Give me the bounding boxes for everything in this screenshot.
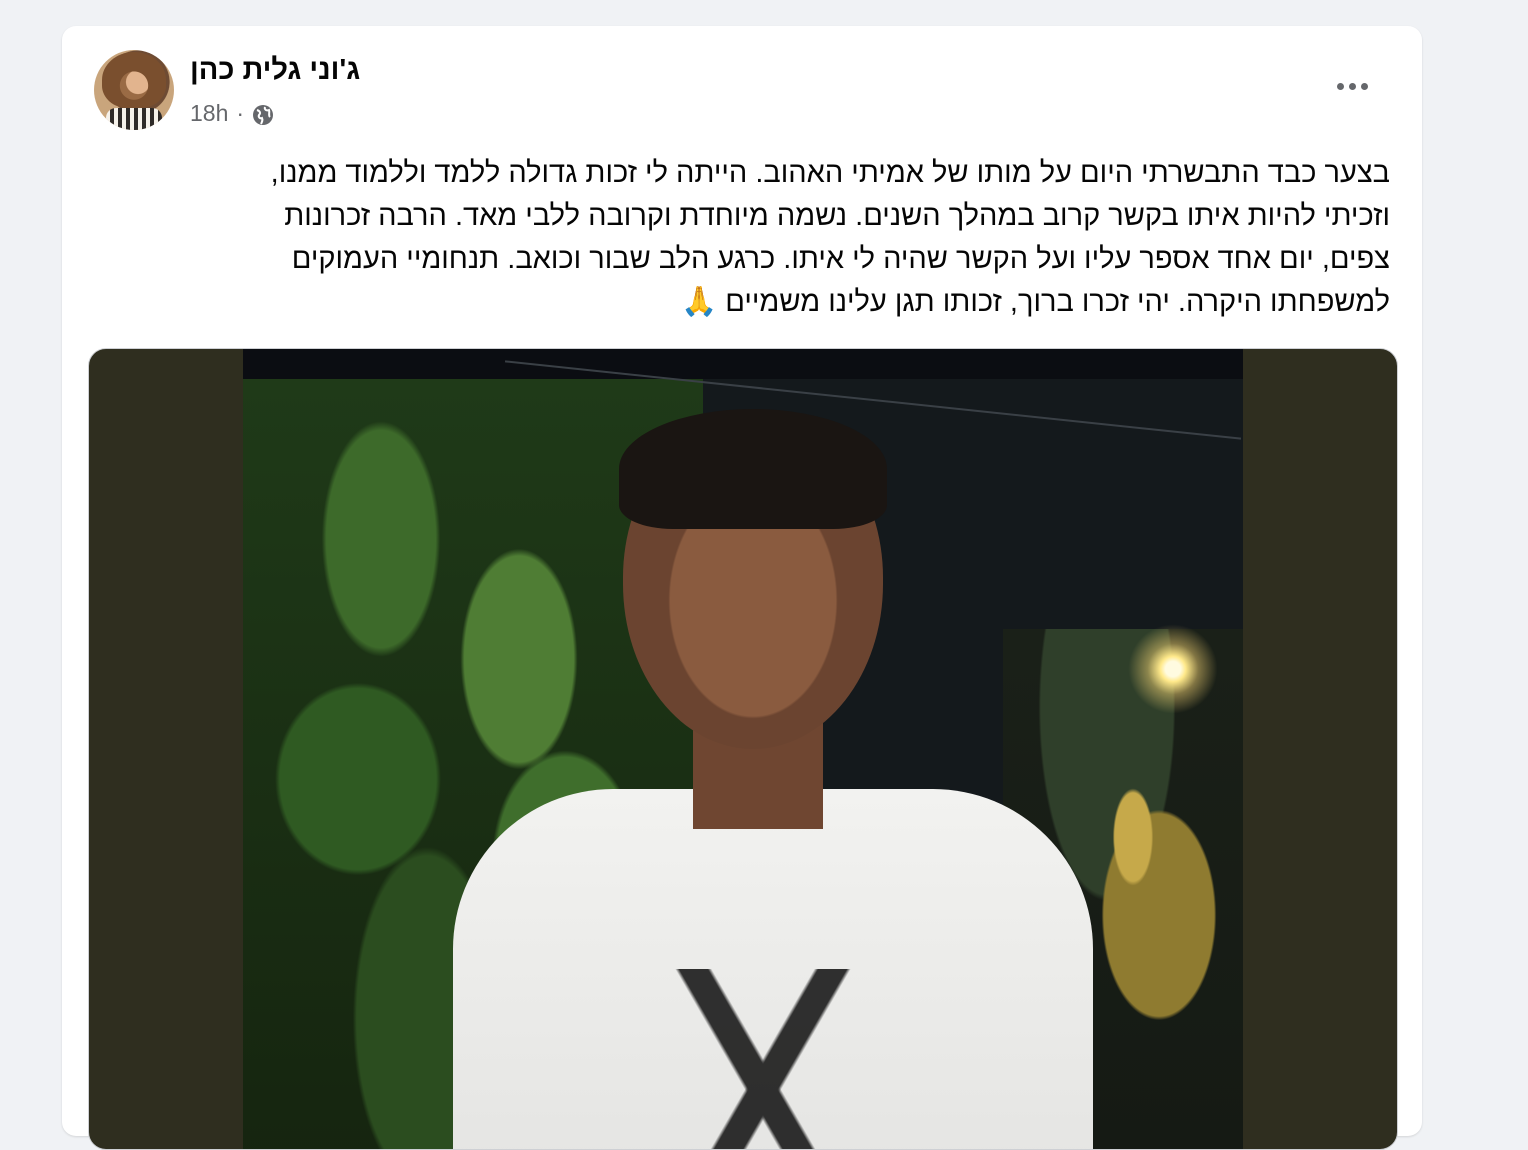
meta-separator: ·	[236, 100, 245, 126]
post-photo[interactable]	[88, 348, 1398, 1150]
photo-person	[453, 379, 1093, 1149]
photo-streetlight	[1128, 624, 1218, 714]
post-card: ג'וני גלית כהן 18h · בצער כבד התבשרתי הי…	[62, 26, 1422, 1150]
author-name[interactable]: ג'וני גלית כהן	[190, 54, 360, 87]
post-timestamp[interactable]: 18h	[190, 100, 228, 127]
author-avatar[interactable]	[94, 50, 174, 130]
photo-hair	[619, 409, 887, 529]
more-horizontal-icon	[1360, 82, 1368, 90]
post-text-line: וזכיתי להיות איתו בקשר קרוב במהלך השנים.…	[284, 200, 1390, 232]
post-text-line: צפים, יום אחד אספר עליו ועל הקשר שהיה לי…	[291, 243, 1390, 275]
shirt-logo	[623, 969, 903, 1149]
more-horizontal-icon	[1348, 82, 1356, 90]
post-text-line: בצער כבד התבשרתי היום על מותו של אמיתי ה…	[270, 157, 1390, 189]
avatar-hair	[102, 52, 166, 108]
photo-content	[243, 349, 1243, 1149]
post-meta: 18h ·	[190, 100, 274, 127]
globe-icon[interactable]	[252, 104, 274, 126]
post-text: בצער כבד התבשרתי היום על מותו של אמיתי ה…	[102, 152, 1390, 324]
photo-shirt	[453, 789, 1093, 1149]
avatar-clothing	[106, 108, 162, 130]
post-text-line: למשפחתו היקרה. יהי זכרו ברוך, זכותו תגן …	[681, 286, 1390, 318]
more-horizontal-icon	[1336, 82, 1344, 90]
more-options-button[interactable]	[1324, 64, 1380, 108]
